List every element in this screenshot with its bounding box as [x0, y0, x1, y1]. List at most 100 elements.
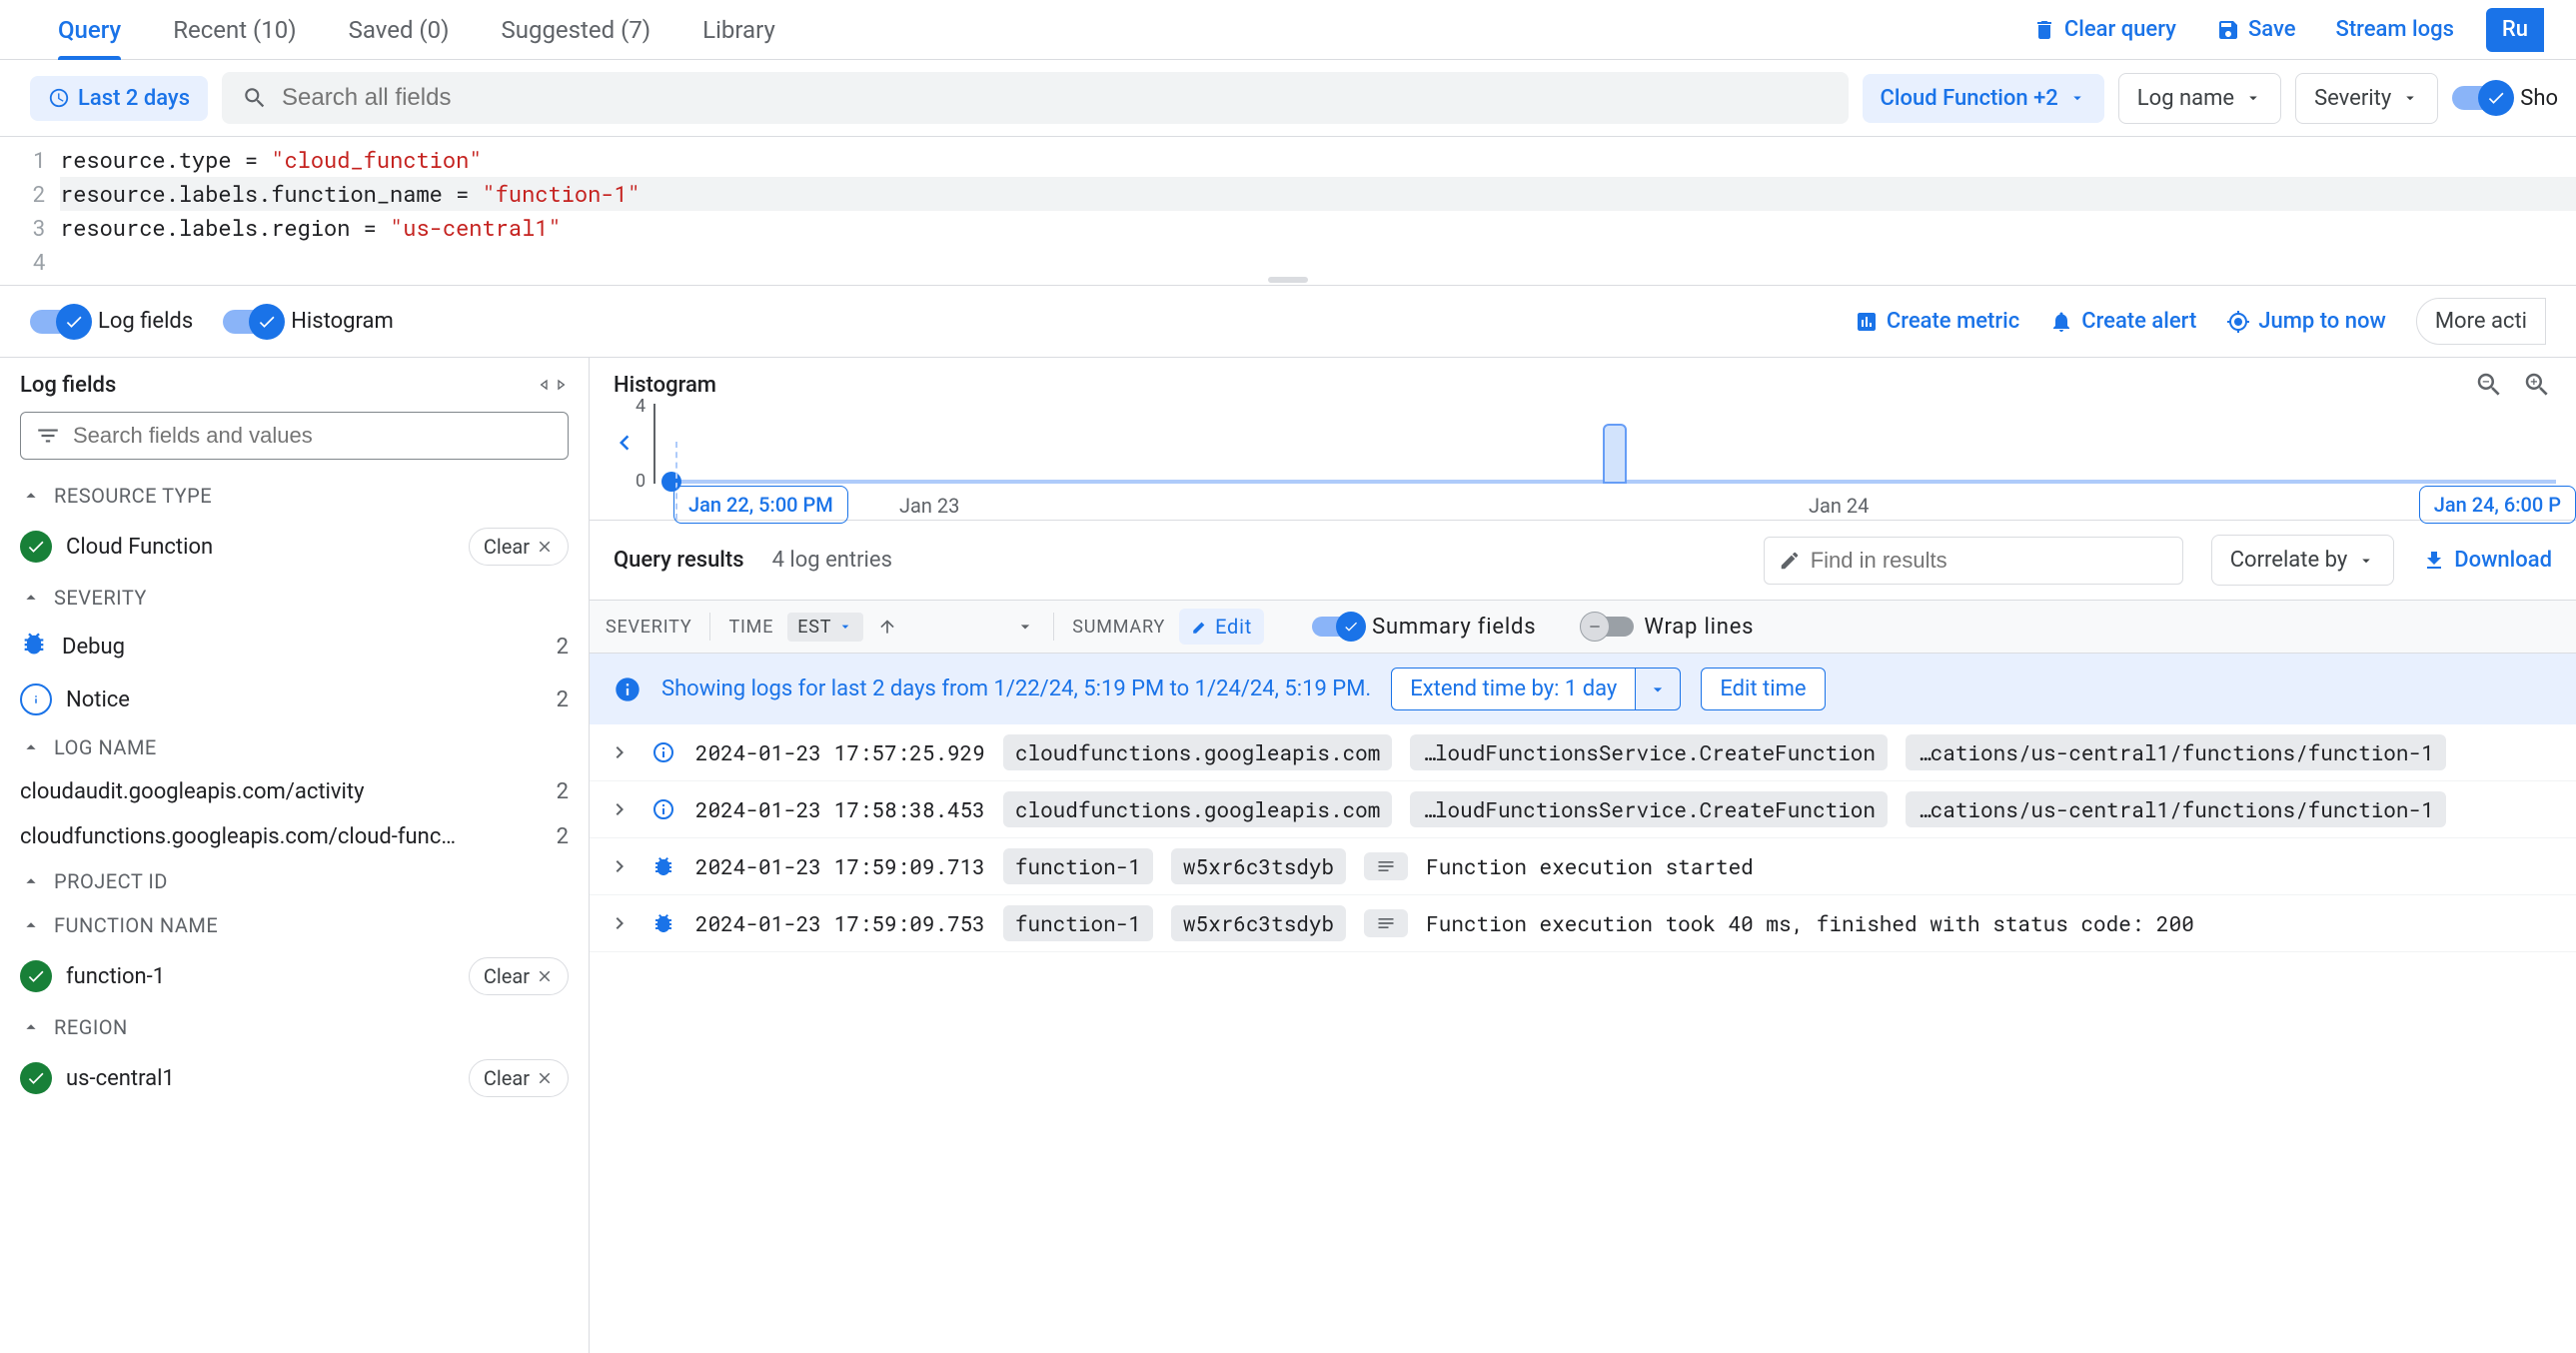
action-label: Clear query: [2064, 17, 2176, 42]
caret-down-icon: [837, 619, 853, 635]
close-icon: [536, 967, 554, 985]
log-chip[interactable]: …cations/us-central1/functions/function-…: [1906, 734, 2446, 770]
tab-library[interactable]: Library: [676, 0, 801, 59]
log-chip[interactable]: …loudFunctionsService.CreateFunction: [1410, 734, 1888, 770]
create-metric-button[interactable]: Create metric: [1855, 309, 2019, 334]
chip-label: Correlate by: [2230, 548, 2348, 573]
show-query-toggle[interactable]: Sho: [2452, 86, 2558, 111]
range-end-chip[interactable]: Jan 24, 6:00 P: [2419, 486, 2576, 524]
log-row[interactable]: 2024-01-23 17:57:25.929cloudfunctions.go…: [590, 724, 2576, 781]
chip-label: Severity: [2314, 86, 2391, 111]
target-icon: [2226, 310, 2250, 334]
find-input[interactable]: [1811, 548, 2168, 574]
more-actions-button[interactable]: More acti: [2416, 298, 2546, 345]
create-alert-button[interactable]: Create alert: [2049, 309, 2196, 334]
extend-time-button[interactable]: Extend time by: 1 day: [1391, 668, 1636, 710]
sidebar-item-function-1[interactable]: function-1 Clear: [0, 947, 589, 1005]
search-input[interactable]: [282, 84, 1829, 112]
search-all-fields[interactable]: [222, 72, 1849, 124]
timezone-chip[interactable]: EST: [787, 613, 863, 642]
section-severity[interactable]: SEVERITY: [0, 576, 589, 620]
edit-summary-button[interactable]: Edit: [1179, 609, 1264, 645]
chevron-right-icon[interactable]: [608, 740, 632, 764]
chevron-right-icon[interactable]: [608, 797, 632, 821]
download-button[interactable]: Download: [2422, 548, 2552, 573]
query-editor[interactable]: 1234 resource.type = "cloud_function"res…: [0, 137, 2576, 286]
jump-to-now-button[interactable]: Jump to now: [2226, 309, 2386, 334]
wrap-lines-toggle[interactable]: Wrap lines: [1584, 615, 1754, 640]
run-query-button[interactable]: Ru: [2486, 8, 2544, 52]
chevron-right-icon[interactable]: [608, 911, 632, 935]
y-tick: 4: [636, 396, 645, 417]
histogram-bar[interactable]: [1603, 424, 1627, 484]
zoom-in-icon[interactable]: [2522, 370, 2552, 400]
sidebar-item-us-central1[interactable]: us-central1 Clear: [0, 1049, 589, 1107]
sidebar-item-logname[interactable]: cloudaudit.googleapis.com/activity 2: [0, 769, 589, 814]
section-region[interactable]: REGION: [0, 1005, 589, 1049]
tab-saved[interactable]: Saved (0): [323, 0, 476, 59]
section-label: SEVERITY: [54, 586, 147, 610]
save-button[interactable]: Save: [2196, 17, 2316, 42]
section-resource-type[interactable]: RESOURCE TYPE: [0, 474, 589, 518]
tab-suggested[interactable]: Suggested (7): [475, 0, 676, 59]
severity-filter-chip[interactable]: Severity: [2295, 73, 2438, 124]
correlate-by-dropdown[interactable]: Correlate by: [2211, 535, 2395, 586]
zoom-out-icon[interactable]: [2474, 370, 2504, 400]
section-project-id[interactable]: PROJECT ID: [0, 859, 589, 903]
log-row[interactable]: 2024-01-23 17:59:09.713function-1 w5xr6c…: [590, 838, 2576, 895]
log-row[interactable]: 2024-01-23 17:58:38.453cloudfunctions.go…: [590, 781, 2576, 838]
time-range-chip[interactable]: Last 2 days: [30, 76, 208, 121]
find-in-results[interactable]: [1764, 537, 2183, 585]
edit-time-button[interactable]: Edit time: [1701, 668, 1825, 710]
sidebar-search[interactable]: [20, 412, 569, 460]
extend-time-split-button[interactable]: Extend time by: 1 day: [1391, 668, 1681, 710]
stream-logs-button[interactable]: Stream logs: [2316, 17, 2474, 42]
range-start-chip[interactable]: Jan 22, 5:00 PM: [673, 486, 848, 524]
log-row[interactable]: 2024-01-23 17:59:09.753function-1 w5xr6c…: [590, 895, 2576, 952]
sidebar-item-notice[interactable]: Notice 2: [0, 674, 589, 725]
section-function-name[interactable]: FUNCTION NAME: [0, 903, 589, 947]
caret-down-icon[interactable]: [1015, 617, 1035, 637]
log-chip[interactable]: cloudfunctions.googleapis.com: [1003, 791, 1392, 827]
trash-icon: [2032, 18, 2056, 42]
sidebar-item-cloud-function[interactable]: Cloud Function Clear: [0, 518, 589, 576]
tab-recent[interactable]: Recent (10): [147, 0, 322, 59]
clear-button[interactable]: Clear: [469, 1059, 569, 1097]
section-log-name[interactable]: LOG NAME: [0, 725, 589, 769]
item-label: cloudaudit.googleapis.com/activity: [20, 779, 365, 804]
clear-button[interactable]: Clear: [469, 957, 569, 995]
logname-filter-chip[interactable]: Log name: [2118, 73, 2281, 124]
log-chip[interactable]: function-1: [1003, 905, 1153, 941]
resize-handle[interactable]: [1268, 277, 1308, 283]
sidebar-search-input[interactable]: [73, 423, 554, 449]
log-chip[interactable]: w5xr6c3tsdyb: [1171, 905, 1346, 941]
log-chip[interactable]: w5xr6c3tsdyb: [1171, 848, 1346, 884]
tab-label: Library: [702, 16, 775, 44]
clear-query-button[interactable]: Clear query: [2012, 17, 2196, 42]
log-chip[interactable]: cloudfunctions.googleapis.com: [1003, 734, 1392, 770]
summary-fields-toggle[interactable]: Summary fields: [1312, 615, 1536, 640]
editor-code[interactable]: resource.type = "cloud_function"resource…: [60, 137, 2576, 285]
results-title: Query results: [614, 548, 744, 573]
extend-time-dropdown[interactable]: [1636, 668, 1681, 710]
action-label: Create alert: [2081, 309, 2196, 334]
sort-asc-icon[interactable]: [877, 617, 897, 637]
histogram-body[interactable]: 4 0 Jan 22, 5:00 PM Jan 23 Jan 24 Jan 24…: [590, 400, 2576, 520]
log-chip[interactable]: …cations/us-central1/functions/function-…: [1906, 791, 2446, 827]
clear-button[interactable]: Clear: [469, 528, 569, 566]
histogram-toggle[interactable]: Histogram: [223, 309, 394, 334]
log-fields-toggle[interactable]: Log fields: [30, 309, 193, 334]
sidebar-item-logname[interactable]: cloudfunctions.googleapis.com/cloud-func…: [0, 814, 589, 859]
collapse-icon[interactable]: [537, 372, 569, 398]
log-chip-icon[interactable]: [1364, 909, 1408, 937]
log-chip-icon[interactable]: [1364, 852, 1408, 880]
resource-filter-chip[interactable]: Cloud Function +2: [1863, 74, 2104, 123]
log-chip[interactable]: …loudFunctionsService.CreateFunction: [1410, 791, 1888, 827]
sidebar-item-debug[interactable]: Debug 2: [0, 620, 589, 674]
tab-query[interactable]: Query: [32, 0, 147, 59]
item-label: Notice: [66, 687, 130, 712]
log-chip[interactable]: function-1: [1003, 848, 1153, 884]
histogram-prev[interactable]: [610, 428, 640, 462]
time-range-label: Last 2 days: [78, 86, 190, 111]
chevron-right-icon[interactable]: [608, 854, 632, 878]
